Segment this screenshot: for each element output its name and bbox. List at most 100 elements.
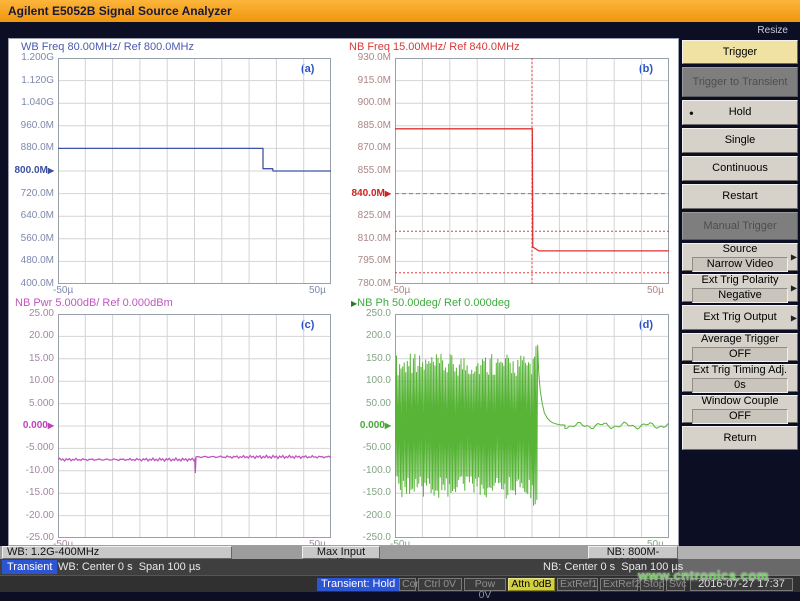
nb-range-label: NB: 800M-880MHz	[588, 546, 678, 559]
sidebar-item-hold[interactable]: Hold ●	[682, 100, 798, 125]
plot-b-ytick: 825.0M	[345, 210, 391, 221]
plot-d-ytick: -250.0	[345, 532, 391, 543]
sidebar-item-trigger[interactable]: Trigger	[682, 40, 798, 64]
sidebar-item-source[interactable]: SourceNarrow Video▶	[682, 243, 798, 271]
sidebar-item-ext-trig-polarity[interactable]: Ext Trig PolarityNegative▶	[682, 274, 798, 302]
plot-c-ytick: -15.00	[8, 487, 54, 498]
ref-marker-icon: ▶	[48, 166, 54, 175]
softkey-value: Narrow Video	[692, 257, 788, 272]
wb-range-label: WB: 1.2G-400MHz	[2, 546, 232, 559]
softkey-label: Ext Trig Timing Adj.	[693, 364, 787, 377]
indicator-extref1: ExtRef1	[557, 578, 598, 591]
plot-a-ytick: 400.0M	[8, 278, 54, 289]
plot-a-ytick: 1.200G	[8, 52, 54, 63]
indicator-pow-0v: Pow 0V	[464, 578, 506, 591]
softkey-label: Ext Trig Output	[703, 311, 776, 324]
plot-c-ytick: -25.00	[8, 532, 54, 543]
plot-d-ytick: 200.0	[345, 330, 391, 341]
plot-d-ytick: -50.00	[345, 442, 391, 453]
plot-c-ytick: 10.00	[8, 375, 54, 386]
watermark: www.cntronics.com	[638, 568, 798, 583]
plot-a-ytick: 720.0M	[8, 188, 54, 199]
softkey-value: 0s	[692, 378, 788, 393]
softkey-label: Ext Trig Polarity	[701, 274, 778, 287]
plot-b-xtick-left: -50µ	[390, 285, 410, 296]
plot-b-ytick: 900.0M	[345, 97, 391, 108]
plot-d-ytick: 250.0	[345, 308, 391, 319]
plot-a-ytick: 640.0M	[8, 210, 54, 221]
plot-a-ytick: 880.0M	[8, 142, 54, 153]
plot-a-ytick: 1.120G	[8, 75, 54, 86]
max-input-label: Max Input 0dBm	[302, 546, 380, 559]
plot-d-ytick: 150.0	[345, 353, 391, 364]
softkey-value: OFF	[692, 409, 788, 424]
sidebar-item-window-couple[interactable]: Window CoupleOFF	[682, 395, 798, 423]
sidebar-item-restart[interactable]: Restart	[682, 184, 798, 209]
plot-b-ytick: 855.0M	[345, 165, 391, 176]
title-bar[interactable]: Agilent E5052B Signal Source Analyzer	[0, 0, 800, 22]
plot-b-ytick: 810.0M	[345, 233, 391, 244]
plot-b-ytick: 915.0M	[345, 75, 391, 86]
softkey-menu: Trigger Trigger to Transient Hold ● Single Co…	[682, 40, 798, 453]
indicator-ctrl-0v: Ctrl 0V	[418, 578, 462, 591]
softkey-label: Manual Trigger	[703, 220, 776, 233]
ref-marker-icon: ▶	[48, 421, 54, 430]
plot-c-ytick: 15.00	[8, 353, 54, 364]
plot-c-ref-level-label: 0.000▶	[8, 420, 54, 431]
plot-c-canvas	[58, 314, 331, 538]
plot-a-ytick: 560.0M	[8, 233, 54, 244]
softkey-value: OFF	[692, 347, 788, 362]
sidebar-item-return[interactable]: Return	[682, 426, 798, 450]
softkey-label: Continuous	[712, 162, 768, 175]
plot-d-ref-level-label: 0.000▶	[345, 420, 391, 431]
softkey-value: Negative	[692, 288, 788, 303]
plot-c-ytick: 5.000	[8, 398, 54, 409]
plot-a-canvas	[58, 58, 331, 284]
chevron-right-icon: ▶	[791, 251, 797, 264]
sidebar-item-single[interactable]: Single	[682, 128, 798, 153]
sidebar-item-ext-trig-timing-adj[interactable]: Ext Trig Timing Adj.0s	[682, 364, 798, 392]
plot-b-ytick: 870.0M	[345, 142, 391, 153]
plot-c-ytick: 20.00	[8, 330, 54, 341]
plot-b-ytick: 780.0M	[345, 278, 391, 289]
ref-marker-icon: ▶	[385, 189, 391, 198]
softkey-label: Single	[725, 134, 756, 147]
ref-marker-icon: ▶	[385, 421, 391, 430]
plot-a-xtick-left: -50µ	[53, 285, 73, 296]
plot-c-ytick: -5.000	[8, 442, 54, 453]
softkey-label: Trigger to Transient	[693, 76, 788, 89]
softkey-label: Restart	[722, 190, 757, 203]
sidebar-item-continuous[interactable]: Continuous	[682, 156, 798, 181]
plot-b-ref-level-label: 840.0M▶	[345, 188, 391, 199]
softkey-label: Return	[723, 432, 756, 445]
plot-c-ytick: -10.00	[8, 465, 54, 476]
sidebar-item-ext-trig-output[interactable]: Ext Trig Output ▶	[682, 305, 798, 330]
plot-a-ytick: 960.0M	[8, 120, 54, 131]
plot-c-ytick: -20.00	[8, 510, 54, 521]
softkey-label: Source	[723, 243, 758, 256]
window-title: Agilent E5052B Signal Source Analyzer	[0, 0, 800, 22]
softkey-label: Trigger	[723, 46, 757, 59]
plot-d-ytick: 50.00	[345, 398, 391, 409]
wb-sweep-label: WB: Center 0 s Span 100 µs	[58, 560, 201, 574]
active-trace-icon: ▶	[351, 299, 357, 308]
plot-a-ytick: 1.040G	[8, 97, 54, 108]
resize-button[interactable]: Resize	[757, 25, 788, 36]
selected-bullet-icon: ●	[689, 106, 694, 119]
plot-d-ytick: -200.0	[345, 510, 391, 521]
plot-d-ytick: 100.0	[345, 375, 391, 386]
plot-a-xtick-right: 50µ	[309, 285, 326, 296]
indicator-extref2: ExtRef2	[600, 578, 638, 591]
plot-d-canvas	[395, 314, 669, 538]
plot-b-ytick: 930.0M	[345, 52, 391, 63]
sidebar-item-average-trigger[interactable]: Average TriggerOFF	[682, 333, 798, 361]
display-panel: WB Freq 80.00MHz/ Ref 800.0MHz(a)1.200G1…	[8, 38, 679, 546]
sidebar-item-manual-trigger: Manual Trigger	[682, 212, 798, 240]
softkey-label: Average Trigger	[701, 333, 779, 346]
trigger-status-badge: Transient: Hold	[317, 578, 399, 591]
plot-b-canvas	[395, 58, 669, 284]
softkey-label: Hold	[729, 106, 752, 119]
plot-b-xtick-right: 50µ	[647, 285, 664, 296]
chevron-right-icon: ▶	[791, 311, 797, 324]
sidebar-item-trigger-to-transient: Trigger to Transient	[682, 67, 798, 97]
